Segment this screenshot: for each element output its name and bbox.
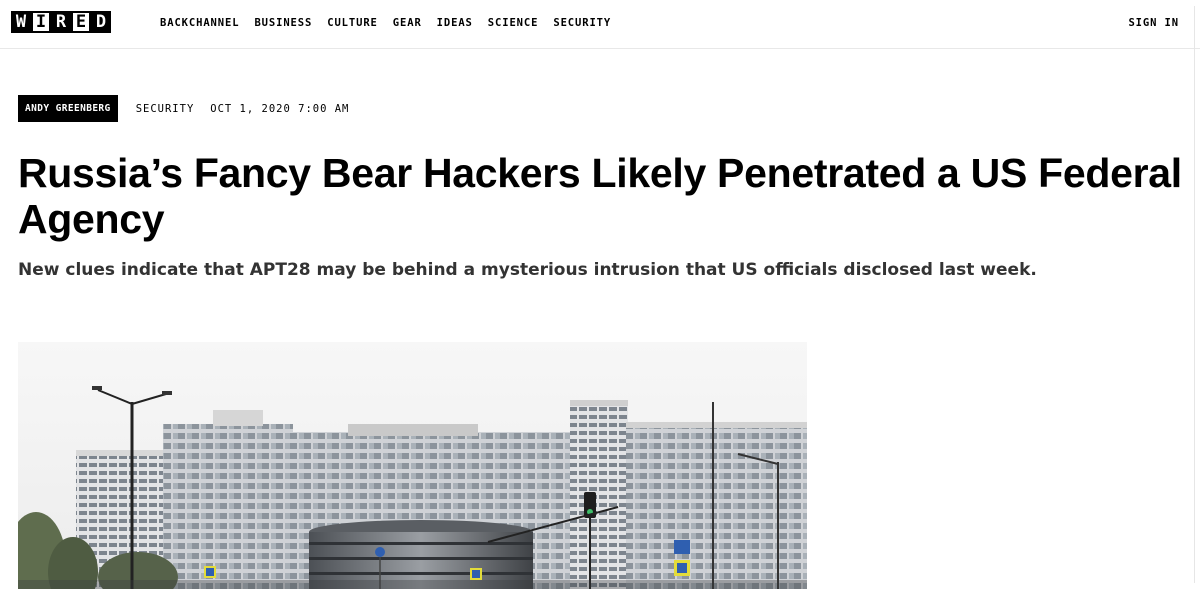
scrollbar-track[interactable]	[1194, 6, 1195, 583]
nav-item-culture[interactable]: CULTURE	[327, 15, 378, 31]
author-badge[interactable]: ANDY GREENBERG	[18, 95, 118, 122]
logo-letter: R	[51, 11, 71, 33]
building-photo	[18, 342, 807, 589]
sign-in-link[interactable]: SIGN IN	[1128, 15, 1179, 31]
logo-letter: W	[11, 11, 31, 33]
lead-image	[18, 342, 807, 589]
article-meta: ANDY GREENBERG SECURITY OCT 1, 2020 7:00…	[18, 95, 349, 122]
nav-item-science[interactable]: SCIENCE	[488, 15, 539, 31]
publish-date: OCT 1, 2020 7:00 AM	[210, 102, 350, 115]
category-link[interactable]: SECURITY	[136, 103, 195, 115]
vertical-scrollbar[interactable]	[1190, 0, 1200, 589]
nav-item-security[interactable]: SECURITY	[553, 15, 611, 31]
top-navigation: W I R E D BACKCHANNEL BUSINESS CULTURE G…	[0, 0, 1200, 49]
article-dek: New clues indicate that APT28 may be beh…	[18, 260, 1037, 280]
logo-letter: I	[31, 11, 51, 33]
nav-item-business[interactable]: BUSINESS	[254, 15, 312, 31]
article-headline: Russia’s Fancy Bear Hackers Likely Penet…	[18, 150, 1182, 242]
logo-letter: E	[71, 11, 91, 33]
nav-item-gear[interactable]: GEAR	[393, 15, 422, 31]
logo-letter: D	[91, 11, 111, 33]
wired-logo[interactable]: W I R E D	[11, 11, 111, 33]
nav-item-ideas[interactable]: IDEAS	[437, 15, 473, 31]
section-nav: BACKCHANNEL BUSINESS CULTURE GEAR IDEAS …	[160, 15, 626, 31]
nav-item-backchannel[interactable]: BACKCHANNEL	[160, 15, 239, 31]
